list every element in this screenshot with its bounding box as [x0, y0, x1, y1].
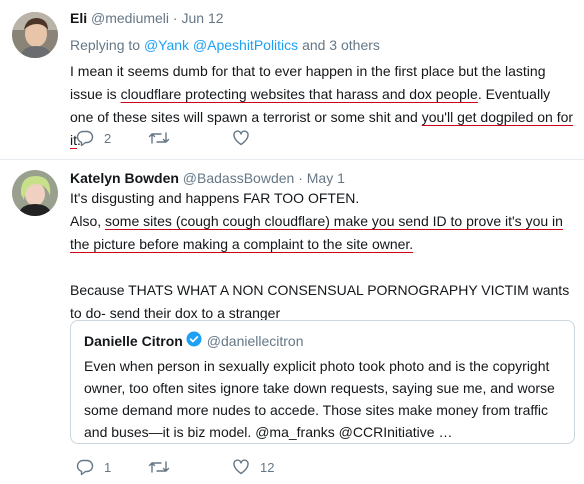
retweet-icon — [148, 458, 170, 476]
like-icon — [232, 458, 250, 476]
replying-to-prefix: Replying to — [70, 37, 141, 53]
retweet-icon — [148, 129, 170, 147]
tweet-text: I mean it seems dumb for that to ever ha… — [70, 60, 575, 152]
tweet-eli[interactable]: Eli @mediumeli · Jun 12 Replying to @Yan… — [0, 0, 584, 160]
tweet-text-line: Also, some sites (cough cough cloudflare… — [70, 210, 575, 256]
tweet-text: It's disgusting and happens FAR TOO OFTE… — [70, 187, 575, 325]
tweet-text-underlined: some sites (cough cough cloudflare) make… — [70, 213, 563, 252]
verified-badge-icon — [186, 331, 202, 350]
quoted-tweet-header: Danielle Citron @daniellecitron — [84, 331, 304, 350]
quoted-tweet[interactable]: Danielle Citron @daniellecitron Even whe… — [70, 320, 575, 444]
avatar-eli[interactable] — [12, 12, 58, 58]
tweet-date[interactable]: May 1 — [307, 170, 345, 186]
tweet-date[interactable]: Jun 12 — [181, 10, 223, 26]
separator-dot: · — [298, 170, 303, 186]
like-button[interactable]: 12 — [232, 458, 274, 476]
tweet-text-underlined: cloudflare protecting websites that hara… — [120, 86, 478, 102]
reply-button[interactable]: 1 — [76, 458, 111, 476]
replying-to-users[interactable]: @Yank @ApeshitPolitics — [144, 37, 298, 53]
tweet-text-line: It's disgusting and happens FAR TOO OFTE… — [70, 190, 360, 206]
replying-to-others[interactable]: and 3 others — [302, 37, 380, 53]
tweet-katelyn[interactable]: Katelyn Bowden @BadassBowden · May 1 It'… — [0, 160, 584, 484]
display-name[interactable]: Eli — [70, 10, 87, 26]
quoted-display-name[interactable]: Danielle Citron — [84, 333, 183, 349]
tweet-header: Katelyn Bowden @BadassBowden · May 1 — [70, 170, 345, 186]
reply-button[interactable]: 2 — [76, 129, 111, 147]
replying-to: Replying to @Yank @ApeshitPolitics and 3… — [70, 37, 380, 53]
like-count: 12 — [260, 459, 275, 475]
reply-icon — [76, 129, 94, 147]
user-handle[interactable]: @mediumeli — [91, 10, 169, 26]
reply-icon — [76, 458, 94, 476]
user-handle[interactable]: @BadassBowden — [183, 170, 295, 186]
tweet-header: Eli @mediumeli · Jun 12 — [70, 10, 224, 26]
reply-count: 1 — [104, 459, 112, 475]
avatar-katelyn[interactable] — [12, 170, 58, 216]
separator-dot: · — [172, 10, 178, 26]
display-name[interactable]: Katelyn Bowden — [70, 170, 179, 186]
quoted-user-handle[interactable]: @daniellecitron — [207, 333, 304, 349]
retweet-button[interactable] — [148, 458, 180, 476]
reply-count: 2 — [104, 130, 112, 146]
tweet-text-line: Because THATS WHAT A NON CONSENSUAL PORN… — [70, 282, 570, 321]
tweet-text-part: Also, — [70, 213, 106, 229]
like-button[interactable] — [232, 129, 260, 147]
retweet-button[interactable] — [148, 129, 180, 147]
like-icon — [232, 129, 250, 147]
quoted-tweet-text: Even when person in sexually explicit ph… — [84, 358, 555, 440]
